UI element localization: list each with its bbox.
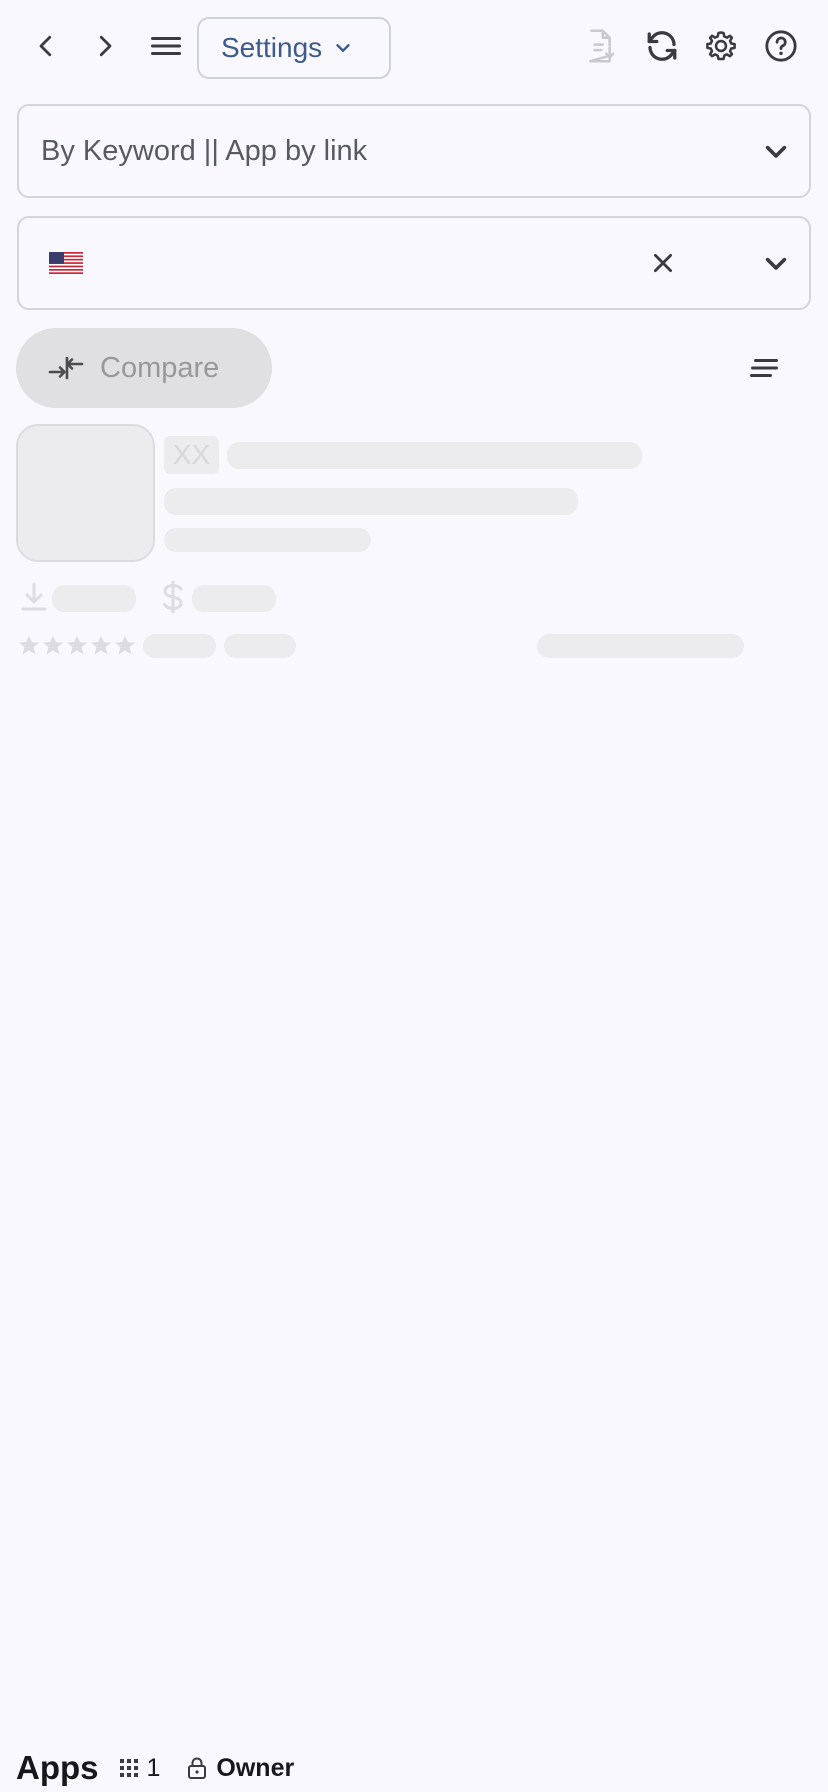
apps-title: Apps: [16, 1749, 99, 1786]
compare-arrows-icon: [48, 356, 84, 380]
lock-icon: [188, 1757, 207, 1779]
chevron-down-icon: [765, 145, 787, 158]
settings-label: Settings: [221, 32, 323, 63]
dollar-icon: [163, 580, 183, 614]
search-placeholder: By Keyword || App by link: [41, 135, 368, 167]
settings-dropdown-button[interactable]: Settings: [197, 17, 391, 79]
settings-button[interactable]: [695, 20, 747, 72]
compare-label: Compare: [100, 351, 220, 384]
us-flag-icon: [49, 252, 83, 274]
skeleton-downloads-bar: [52, 585, 136, 612]
country-select[interactable]: [17, 216, 811, 310]
back-button[interactable]: [20, 20, 72, 72]
help-button[interactable]: [755, 20, 807, 72]
skeleton-subtitle-bar: [164, 488, 578, 515]
app-icon-placeholder: [16, 424, 155, 562]
compare-button[interactable]: Compare: [16, 328, 272, 408]
chevron-left-icon: [39, 35, 52, 57]
forward-button[interactable]: [79, 20, 131, 72]
refresh-icon: [647, 31, 677, 61]
apps-count: 1: [146, 1753, 161, 1782]
chevron-right-icon: [99, 35, 112, 57]
chevron-down-icon: [336, 44, 350, 52]
skeleton-title-bar: [227, 442, 642, 469]
export-report-button[interactable]: [574, 20, 626, 72]
skeleton-date-bar: [537, 634, 744, 658]
grid-icon: [119, 1759, 138, 1777]
skeleton-reviews-bar: [224, 634, 296, 658]
chevron-down-icon: [765, 257, 787, 270]
hamburger-menu-icon: [151, 37, 181, 55]
country-code-badge: XX: [164, 436, 219, 474]
sort-button[interactable]: [740, 346, 788, 390]
keyword-search-dropdown[interactable]: By Keyword || App by link: [17, 104, 811, 198]
footer-bar: Apps 1 Owner: [16, 1745, 294, 1791]
skeleton-revenue-bar: [192, 585, 276, 612]
download-icon: [21, 582, 47, 611]
sort-lines-icon: [750, 359, 778, 377]
skeleton-rating-bar: [143, 634, 216, 658]
skeleton-meta-bar: [164, 528, 371, 552]
close-icon: [654, 254, 672, 272]
clear-country-button[interactable]: [643, 243, 683, 283]
top-toolbar: Settings: [0, 0, 828, 96]
refresh-button[interactable]: [636, 20, 688, 72]
help-icon: [765, 30, 797, 62]
document-download-icon: [589, 29, 615, 63]
role-label: Owner: [216, 1753, 295, 1782]
menu-button[interactable]: [140, 20, 192, 72]
gear-icon: [706, 31, 736, 61]
rating-stars-icon: [19, 635, 135, 655]
